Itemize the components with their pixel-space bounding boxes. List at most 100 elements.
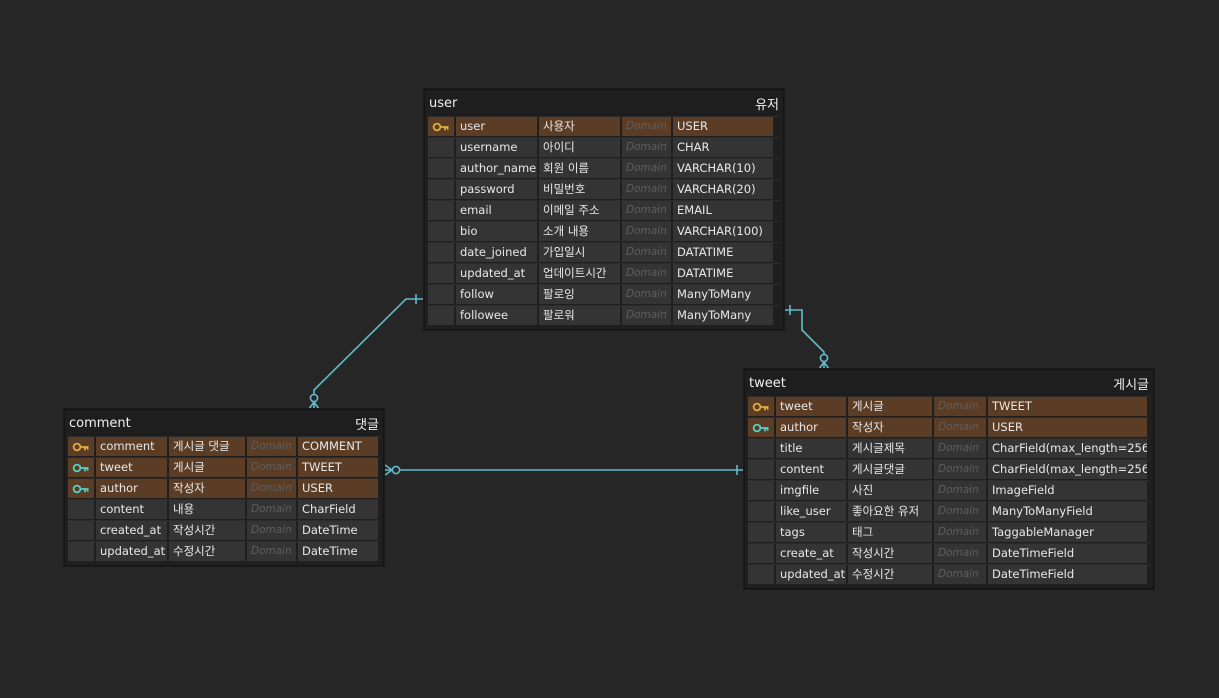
column-domain: Domain — [934, 397, 986, 416]
key-cell — [68, 500, 94, 519]
column-row[interactable]: content 내용 Domain CharField — [68, 499, 380, 520]
column-type: COMMENT — [298, 437, 378, 456]
column-comment: 회원 이름 — [539, 159, 620, 178]
key-cell — [428, 222, 454, 241]
column-type: USER — [298, 479, 378, 498]
column-comment: 태그 — [848, 523, 932, 542]
column-row[interactable]: create_at 작성시간 Domain DateTimeField — [748, 543, 1150, 564]
column-domain: Domain — [247, 458, 296, 477]
column-name: bio — [456, 222, 537, 241]
column-domain: Domain — [622, 180, 671, 199]
column-type: ImageField — [988, 481, 1147, 500]
foreign-key-icon — [72, 484, 90, 494]
key-cell — [748, 418, 774, 437]
key-cell — [68, 479, 94, 498]
column-row[interactable]: title 게시글제목 Domain CharField(max_length=256… — [748, 438, 1150, 459]
column-comment: 이메일 주소 — [539, 201, 620, 220]
column-name: author — [96, 479, 167, 498]
column-type: VARCHAR(20) — [673, 180, 773, 199]
table-body: tweet 게시글 Domain TWEET author 작성자 Domain USER ti… — [745, 396, 1153, 588]
table-comment: 댓글 — [355, 417, 379, 433]
column-row[interactable]: imgfile 사진 Domain ImageField — [748, 480, 1150, 501]
column-row[interactable]: follow 팔로잉 Domain ManyToMany — [428, 284, 780, 305]
column-comment: 사용자 — [539, 117, 620, 136]
column-comment: 비밀번호 — [539, 180, 620, 199]
column-row[interactable]: author 작성자 Domain USER — [748, 417, 1150, 438]
column-row[interactable]: content 게시글댓글 Domain CharField(max_length=2… — [748, 459, 1150, 480]
column-row[interactable]: like_user 좋아요한 유저 Domain ManyToManyField — [748, 501, 1150, 522]
column-domain: Domain — [622, 306, 671, 325]
column-type: VARCHAR(100) — [673, 222, 773, 241]
key-cell — [748, 460, 774, 479]
column-row[interactable]: password 비밀번호 Domain VARCHAR(20) — [428, 179, 780, 200]
column-row[interactable]: bio 소개 내용 Domain VARCHAR(100) — [428, 221, 780, 242]
column-domain: Domain — [934, 439, 986, 458]
column-domain: Domain — [934, 418, 986, 437]
column-comment: 수정시간 — [848, 565, 932, 584]
column-name: created_at — [96, 521, 167, 540]
column-domain: Domain — [622, 138, 671, 157]
column-row[interactable]: user 사용자 Domain USER — [428, 116, 780, 137]
column-row[interactable]: author_name 회원 이름 Domain VARCHAR(10) — [428, 158, 780, 179]
table-header[interactable]: tweet 게시글 — [745, 370, 1153, 396]
column-row[interactable]: followee 팔로워 Domain ManyToMany — [428, 305, 780, 326]
column-name: follow — [456, 285, 537, 304]
table-name: user — [429, 95, 458, 111]
table-comment: 유저 — [755, 97, 779, 113]
column-row[interactable]: updated_at 수정시간 Domain DateTimeField — [748, 564, 1150, 585]
table-header[interactable]: user 유저 — [425, 90, 783, 116]
table-name: comment — [69, 415, 131, 431]
column-domain: Domain — [622, 117, 671, 136]
column-row[interactable]: tweet 게시글 Domain TWEET — [748, 396, 1150, 417]
key-cell — [428, 264, 454, 283]
column-type: USER — [988, 418, 1147, 437]
primary-key-icon — [432, 122, 450, 132]
column-row[interactable]: created_at 작성시간 Domain DateTime — [68, 520, 380, 541]
column-comment: 게시글 — [169, 458, 245, 477]
column-type: DATATIME — [673, 243, 773, 262]
column-comment: 작성자 — [848, 418, 932, 437]
key-cell — [428, 201, 454, 220]
column-name: password — [456, 180, 537, 199]
column-comment: 사진 — [848, 481, 932, 500]
column-row[interactable]: author 작성자 Domain USER — [68, 478, 380, 499]
column-row[interactable]: tags 태그 Domain TaggableManager — [748, 522, 1150, 543]
column-row[interactable]: date_joined 가입일시 Domain DATATIME — [428, 242, 780, 263]
foreign-key-icon — [72, 463, 90, 473]
column-row[interactable]: email 이메일 주소 Domain EMAIL — [428, 200, 780, 221]
column-row[interactable]: username 아이디 Domain CHAR — [428, 137, 780, 158]
column-name: email — [456, 201, 537, 220]
column-comment: 게시글제목 — [848, 439, 932, 458]
table-tweet[interactable]: tweet 게시글 tweet 게시글 Domain TWEET author 작성자 Do… — [744, 369, 1154, 589]
column-row[interactable]: comment 게시글 댓글 Domain COMMENT — [68, 436, 380, 457]
column-comment: 좋아요한 유저 — [848, 502, 932, 521]
key-cell — [428, 180, 454, 199]
key-cell — [748, 439, 774, 458]
key-cell — [428, 306, 454, 325]
relation-user-tweet — [784, 309, 825, 362]
table-comment[interactable]: comment 댓글 comment 게시글 댓글 Domain COMMENT twe… — [64, 409, 384, 566]
column-domain: Domain — [247, 542, 296, 561]
column-type: ManyToManyField — [988, 502, 1147, 521]
column-name: tweet — [96, 458, 167, 477]
column-name: tweet — [776, 397, 846, 416]
column-row[interactable]: updated_at 업데이트시간 Domain DATATIME — [428, 263, 780, 284]
column-row[interactable]: tweet 게시글 Domain TWEET — [68, 457, 380, 478]
key-cell — [748, 544, 774, 563]
column-type: DateTime — [298, 521, 378, 540]
column-type: ManyToMany — [673, 306, 773, 325]
column-type: DateTime — [298, 542, 378, 561]
table-header[interactable]: comment 댓글 — [65, 410, 383, 436]
column-name: author_name — [456, 159, 537, 178]
table-user[interactable]: user 유저 user 사용자 Domain USER username 아이디 Doma… — [424, 89, 784, 330]
primary-key-icon — [752, 402, 770, 412]
column-name: tags — [776, 523, 846, 542]
column-name: updated_at — [96, 542, 167, 561]
column-name: username — [456, 138, 537, 157]
column-name: updated_at — [776, 565, 846, 584]
column-type: TWEET — [298, 458, 378, 477]
column-domain: Domain — [622, 285, 671, 304]
key-cell — [748, 481, 774, 500]
column-row[interactable]: updated_at 수정시간 Domain DateTime — [68, 541, 380, 562]
column-comment: 게시글 — [848, 397, 932, 416]
